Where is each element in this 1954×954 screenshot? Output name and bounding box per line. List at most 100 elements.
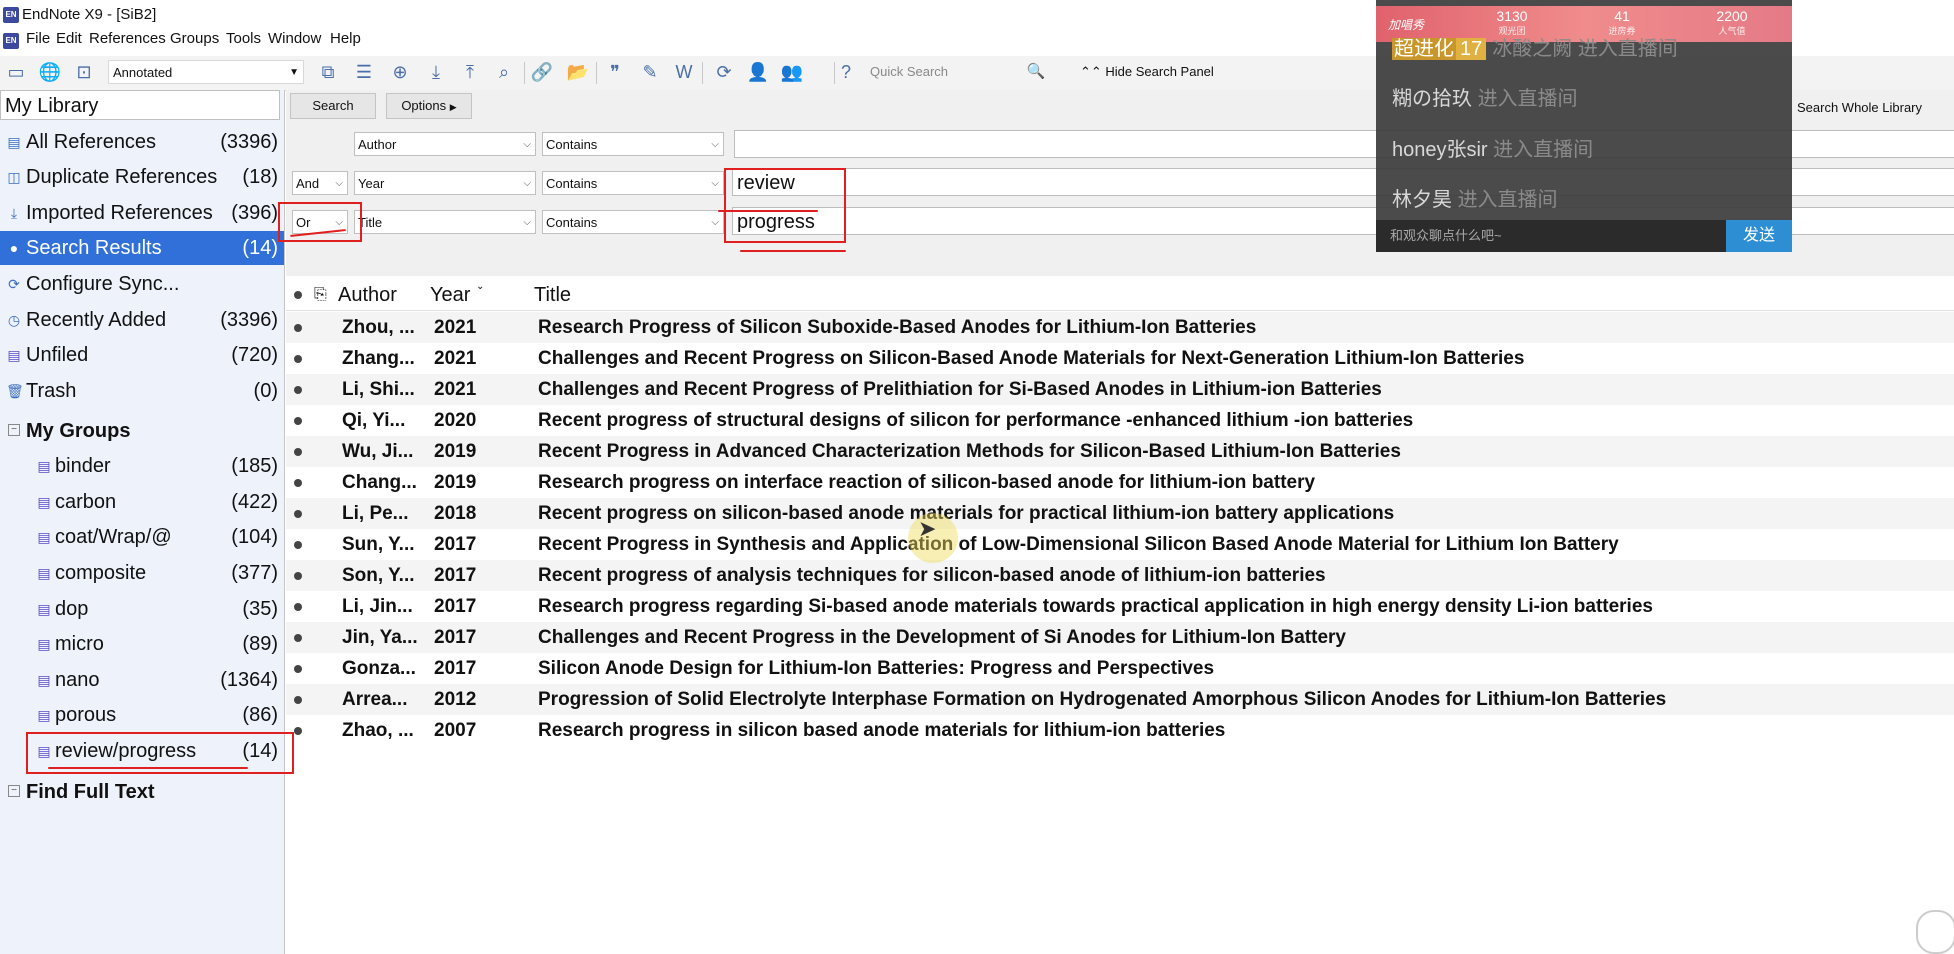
sidebar-group-micro[interactable]: ▤ micro (89) [0,627,284,661]
table-row[interactable]: Jin, Ya... 2017 Challenges and Recent Prog… [286,622,1954,653]
group-count: (86) [242,704,278,726]
local-library-mode-icon[interactable]: ▭ [4,60,28,84]
row-title: Recent Progress in Advanced Characteriza… [538,441,1401,462]
document-icon[interactable]: EN [3,33,19,49]
open-link-icon[interactable]: 🔗 [530,60,554,84]
menu-help[interactable]: Help [330,30,361,47]
annotation-box-terms [724,168,846,243]
sidebar-item-label: Configure Sync... [26,273,180,295]
boolean-select-2[interactable]: And ⌵ [292,171,348,195]
sync-icon[interactable]: ⟳ [712,60,736,84]
table-row[interactable]: Sun, Y... 2017 Recent Progress in Synthesi… [286,529,1954,560]
column-header-title[interactable]: Title [534,280,571,310]
annotation-underline [48,767,248,769]
read-status-column-icon[interactable] [294,291,302,299]
sidebar-item-recently-added[interactable]: ◷ Recently Added (3396) [0,303,284,337]
menu-tools[interactable]: Tools [226,30,261,47]
menu-file[interactable]: File [26,30,50,47]
my-groups-header[interactable]: − My Groups [0,414,284,448]
table-row[interactable]: Li, Jin... 2017 Research progress regardin… [286,591,1954,622]
sidebar-item-label: Trash [26,380,77,402]
operator-select-1[interactable]: Contains ⌵ [542,132,724,156]
hide-search-panel-label: Hide Search Panel [1105,64,1214,79]
sidebar-item-unfiled[interactable]: ▤ Unfiled (720) [0,338,284,372]
insert-citation-icon[interactable]: ❞ [603,60,627,84]
sidebar-group-nano[interactable]: ▤ nano (1364) [0,663,284,697]
row-author: Chang... [342,472,417,493]
export-icon[interactable]: ⤒ [458,60,482,84]
options-button[interactable]: Options ▶ [386,93,472,119]
table-row[interactable]: Son, Y... 2017 Recent progress of analysis… [286,560,1954,591]
share-library-icon[interactable]: 👥 [780,60,804,84]
operator-select-2[interactable]: Contains ⌵ [542,171,724,195]
online-search-mode-icon[interactable]: 🌐 [38,60,62,84]
sidebar-group-binder[interactable]: ▤ binder (185) [0,449,284,483]
library-header[interactable]: My Library [0,90,280,120]
column-header-year[interactable]: Year [430,280,470,310]
table-row[interactable]: Gonza... 2017 Silicon Anode Design for Lit… [286,653,1954,684]
table-row[interactable]: Arrea... 2012 Progression of Solid Electro… [286,684,1954,715]
menu-groups[interactable]: Groups [170,30,219,47]
sidebar-group-composite[interactable]: ▤ composite (377) [0,556,284,590]
import-icon[interactable]: ⤓ [424,60,448,84]
unread-dot-icon [294,479,302,487]
menu-references[interactable]: References [89,30,166,47]
table-row[interactable]: Wu, Ji... 2019 Recent Progress in Advanced… [286,436,1954,467]
collapse-icon[interactable]: − [8,785,20,797]
sidebar-item-configure-sync[interactable]: ⟳ Configure Sync... [0,267,284,301]
sidebar-group-carbon[interactable]: ▤ carbon (422) [0,485,284,519]
sidebar-item-duplicate-references[interactable]: ◫ Duplicate References (18) [0,160,284,194]
row-year: 2017 [434,534,477,555]
field-select-1[interactable]: Author ⌵ [354,132,536,156]
quick-search-input[interactable]: Quick Search [868,60,1050,84]
output-style-select[interactable]: Annotated ▼ [108,60,304,84]
open-file-icon[interactable]: 📂 [566,60,590,84]
table-row[interactable]: Li, Shi... 2021 Challenges and Recent Prog… [286,374,1954,405]
chat-send-button[interactable]: 发送 [1726,220,1792,252]
field-select-2[interactable]: Year ⌵ [354,171,536,195]
return-to-word-icon[interactable]: W [672,60,696,84]
hide-search-panel-button[interactable]: ⌃⌃ Hide Search Panel [1080,60,1214,84]
search-scope-select[interactable]: Search Whole Library [1794,96,1954,120]
table-row[interactable]: Zhao, ... 2007 Research progress in silico… [286,715,1954,746]
unread-dot-icon [294,696,302,704]
group-icon: ▤ [37,601,51,617]
table-row[interactable]: Zhou, ... 2021 Research Progress of Silico… [286,312,1954,343]
operator-select-3[interactable]: Contains ⌵ [542,210,724,234]
sidebar-group-dop[interactable]: ▤ dop (35) [0,592,284,626]
column-header-author[interactable]: Author [338,280,397,310]
paperclip-icon[interactable]: ⎘ [314,280,327,310]
table-row[interactable]: Zhang... 2021 Challenges and Recent Progre… [286,343,1954,374]
sidebar-item-imported-references[interactable]: ⤓ Imported References (396) [0,196,284,230]
menu-edit[interactable]: Edit [56,30,82,47]
find-full-text-header[interactable]: − Find Full Text [0,775,284,809]
table-row[interactable]: Qi, Yi... 2020 Recent progress of structur… [286,405,1954,436]
share-group-icon[interactable]: 👤 [746,60,770,84]
help-icon[interactable]: ? [834,60,858,84]
find-full-text-icon[interactable]: ⌕ [492,60,516,84]
chat-input[interactable]: 和观众聊点什么吧~ [1376,220,1726,252]
format-bibliography-icon[interactable]: ✎ [638,60,662,84]
copy-formatted-icon[interactable]: ⧉ [316,60,340,84]
search-icon[interactable]: 🔍 [1024,60,1048,84]
sidebar-item-search-results[interactable]: ● Search Results (14) [0,231,284,265]
sidebar-item-trash[interactable]: 🗑 Trash (0) [0,374,284,408]
collapse-icon[interactable]: − [8,424,20,436]
menu-window[interactable]: Window [268,30,321,47]
row-title: Progression of Solid Electrolyte Interph… [538,689,1667,710]
field-select-3[interactable]: Title ⌵ [354,210,536,234]
table-row[interactable]: Chang... 2019 Research progress on interfa… [286,467,1954,498]
sidebar-group-porous[interactable]: ▤ porous (86) [0,698,284,732]
search-button[interactable]: Search [290,93,376,119]
group-label: carbon [55,491,117,513]
duplicate-references-icon: ◫ [7,169,21,185]
integrated-library-mode-icon[interactable]: ⊡ [72,60,96,84]
new-reference-icon[interactable]: ☰ [352,60,376,84]
operator-value: Contains [546,137,598,152]
row-author: Arrea... [342,689,408,710]
sidebar-item-all-references[interactable]: ▤ All References (3396) [0,125,284,159]
sidebar-group-coat-wrap[interactable]: ▤ coat/Wrap/@ (104) [0,520,284,554]
table-row[interactable]: Li, Pe... 2018 Recent progress on silicon-… [286,498,1954,529]
row-year: 2019 [434,441,477,462]
online-search-icon[interactable]: ⊕ [388,60,412,84]
